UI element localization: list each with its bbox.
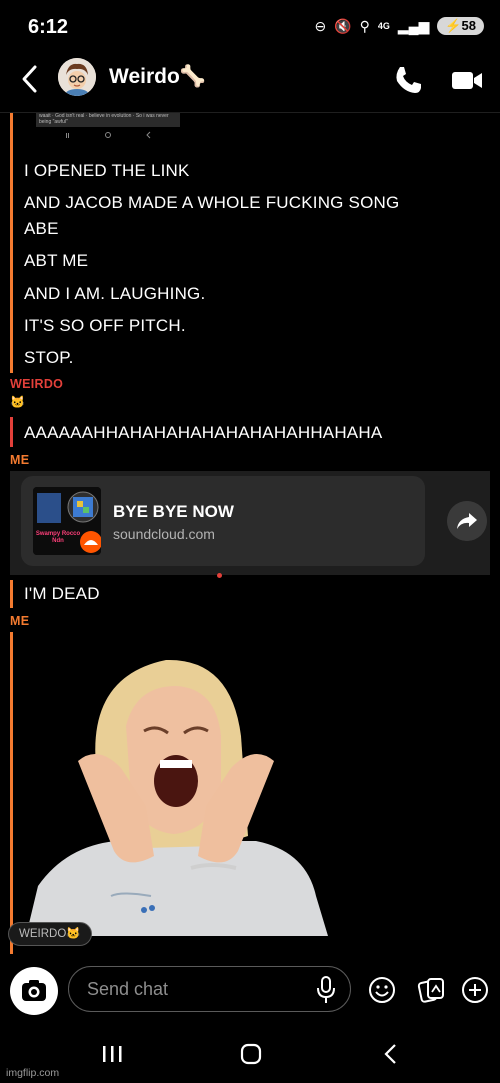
system-nav-bar — [0, 1030, 500, 1083]
link-domain: soundcloud.com — [113, 526, 215, 542]
thumbnail-text: Swampy Rocco Ndn — [35, 531, 81, 544]
link-thumbnail[interactable]: Swampy Rocco Ndn — [33, 487, 101, 555]
sender-bar-me — [10, 580, 13, 608]
status-icons: ⊖ 🔇 ⚲ 4G ▂▄▆ ⚡58 — [314, 17, 484, 35]
message-text: I OPENED THE LINK — [24, 161, 190, 180]
message-text: AND I AM. LAUGHING. — [24, 284, 206, 303]
message-text: I'M DEAD — [24, 584, 100, 603]
share-arrow-icon[interactable] — [447, 501, 487, 541]
microphone-icon[interactable] — [314, 975, 338, 1005]
sender-bar-me — [10, 113, 13, 373]
phone-icon[interactable] — [392, 64, 424, 96]
snippet-nav-icons — [66, 131, 151, 139]
status-bar: 6:12 ⊖ 🔇 ⚲ 4G ▂▄▆ ⚡58 — [0, 0, 500, 48]
recent-apps-icon[interactable] — [101, 1044, 123, 1064]
nav-back-icon[interactable] — [382, 1043, 400, 1065]
camera-icon — [22, 980, 46, 1001]
signal-icon: ▂▄▆ — [397, 17, 430, 34]
stickers-gallery-icon[interactable] — [417, 975, 447, 1005]
dnd-icon: ⊖ — [314, 17, 327, 34]
add-icon[interactable] — [460, 975, 490, 1005]
watermark: imgflip.com — [6, 1067, 60, 1079]
emoji-icon[interactable] — [367, 975, 397, 1005]
shared-photo-crying-person[interactable] — [26, 656, 328, 936]
message-text: AAAAAAHHAHAHAHAHAHAHAHAHHAHAHA — [24, 423, 383, 442]
message-text: IT'S SO OFF PITCH. — [24, 316, 186, 335]
battery-indicator: ⚡58 — [437, 17, 484, 35]
message-text: ABE — [24, 219, 59, 238]
avatar[interactable] — [58, 58, 96, 96]
status-time: 6:12 — [28, 16, 69, 38]
screenshot-snippet[interactable]: waait · God isn't real · believe in evol… — [36, 113, 180, 127]
network-label: 4G — [377, 21, 390, 31]
reaction-pill[interactable]: WEIRDO🐱 — [8, 922, 92, 946]
message-text: AND JACOB MADE A WHOLE FUCKING SONG — [24, 193, 400, 212]
sender-reaction-icon: 🐱 — [10, 395, 25, 409]
chat-input[interactable] — [68, 966, 351, 1012]
battery-level: 58 — [461, 18, 476, 33]
contact-name[interactable]: Weirdo🦴 — [109, 65, 206, 89]
chat-header: Weirdo🦴 — [0, 48, 500, 113]
back-arrow-icon[interactable] — [18, 62, 42, 96]
sender-label-weirdo: WEIRDO — [10, 377, 64, 391]
location-icon: ⚲ — [359, 17, 370, 34]
sender-label-me: ME — [10, 453, 30, 467]
home-icon[interactable] — [240, 1043, 262, 1065]
link-title[interactable]: BYE BYE NOW — [113, 502, 234, 522]
mute-icon: 🔇 — [334, 17, 352, 34]
sender-bar-me — [10, 632, 13, 954]
snippet-text: waait · God isn't real · believe in evol… — [39, 113, 169, 125]
message-text: ABT ME — [24, 251, 89, 270]
sender-bar-weirdo — [10, 417, 13, 447]
unread-dot — [217, 573, 222, 578]
sender-label-me: ME — [10, 614, 30, 628]
video-call-icon[interactable] — [450, 64, 484, 96]
message-text: STOP. — [24, 348, 74, 367]
camera-button[interactable] — [10, 967, 58, 1015]
